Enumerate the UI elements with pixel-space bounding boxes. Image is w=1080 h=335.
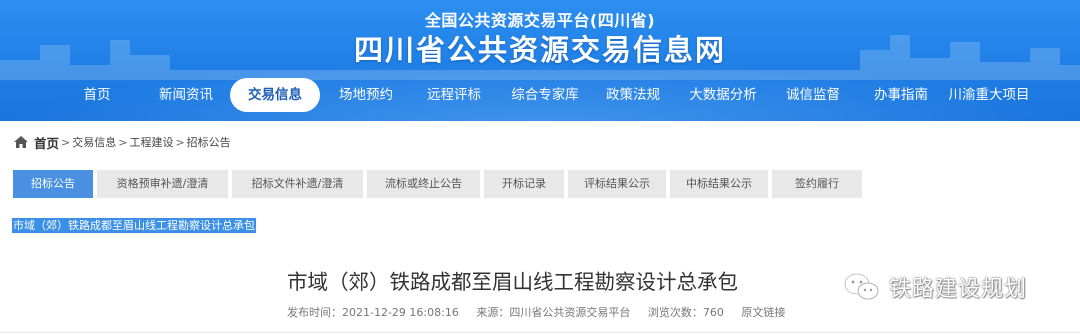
selected-title-text: 市域（郊）铁路成都至眉山线工程勘察设计总承包 [12,218,256,233]
tab-prequal-addendum[interactable]: 资格预审补遗/澄清 [97,170,228,198]
nav-item-policy[interactable]: 政策法规 [600,78,666,112]
nav-item-guide[interactable]: 办事指南 [868,78,934,112]
nav-item-remote-evaluation[interactable]: 远程评标 [418,78,490,112]
tab-contract[interactable]: 签约履行 [772,170,862,198]
watermark: 铁路建设规划 [843,270,1027,304]
breadcrumb: 首页 > 交易信息 > 工程建设 > 招标公告 [13,133,231,151]
home-icon [14,136,28,148]
breadcrumb-trade-info[interactable]: 交易信息 [72,134,116,150]
breadcrumb-separator: > [175,135,185,149]
tab-award-result[interactable]: 中标结果公示 [670,170,768,198]
site-header: 全国公共资源交易平台(四川省) 四川省公共资源交易信息网 首页 新闻资讯 交易信… [0,0,1080,121]
tab-tender-notice[interactable]: 招标公告 [13,170,93,198]
breadcrumb-separator: > [118,135,128,149]
tab-bid-opening[interactable]: 开标记录 [484,170,564,198]
breadcrumb-tender-notice[interactable]: 招标公告 [187,134,231,150]
article-meta: 发布时间：2021-12-29 16:08:16 来源：四川省公共资源交易平台 … [287,304,799,320]
site-title: 四川省公共资源交易信息网 [353,33,726,67]
nav-item-venue-booking[interactable]: 场地预约 [331,78,401,112]
tab-tender-doc-addendum[interactable]: 招标文件补遗/澄清 [232,170,363,198]
tab-failed-terminated[interactable]: 流标或终止公告 [367,170,480,198]
article-title: 市域（郊）铁路成都至眉山线工程勘察设计总承包 [287,270,738,294]
view-count-value: 760 [702,306,724,319]
nav-item-chuanyu-projects[interactable]: 川渝重大项目 [943,78,1035,112]
source-label: 来源： [476,306,510,319]
wechat-icon [843,272,879,300]
source-value: 四川省公共资源交易平台 [509,306,631,319]
nav-item-credit[interactable]: 诚信监督 [780,78,846,112]
nav-item-home[interactable]: 首页 [70,78,124,112]
divider [0,332,1080,333]
nav-item-expert-pool[interactable]: 综合专家库 [504,78,586,112]
source: 来源：四川省公共资源交易平台 [476,306,630,319]
breadcrumb-home[interactable]: 首页 [34,133,59,152]
breadcrumb-separator: > [61,135,71,149]
view-count-label: 浏览次数： [647,306,703,319]
breadcrumb-engineering[interactable]: 工程建设 [129,134,173,150]
publish-time-label: 发布时间： [287,306,342,319]
nav-item-trade-info[interactable]: 交易信息 [230,78,320,112]
view-count: 浏览次数：760 [648,306,724,319]
nav-item-big-data[interactable]: 大数据分析 [683,78,763,112]
tab-evaluation-result[interactable]: 评标结果公示 [568,170,666,198]
main-nav: 首页 新闻资讯 交易信息 场地预约 远程评标 综合专家库 政策法规 大数据分析 … [0,78,1080,112]
original-link[interactable]: 原文链接 [741,306,785,319]
watermark-text: 铁路建设规划 [889,277,1028,302]
publish-time: 发布时间：2021-12-29 16:08:16 [287,306,459,319]
nav-item-news[interactable]: 新闻资讯 [151,78,221,112]
publish-time-value: 2021-12-29 16:08:16 [342,306,459,319]
